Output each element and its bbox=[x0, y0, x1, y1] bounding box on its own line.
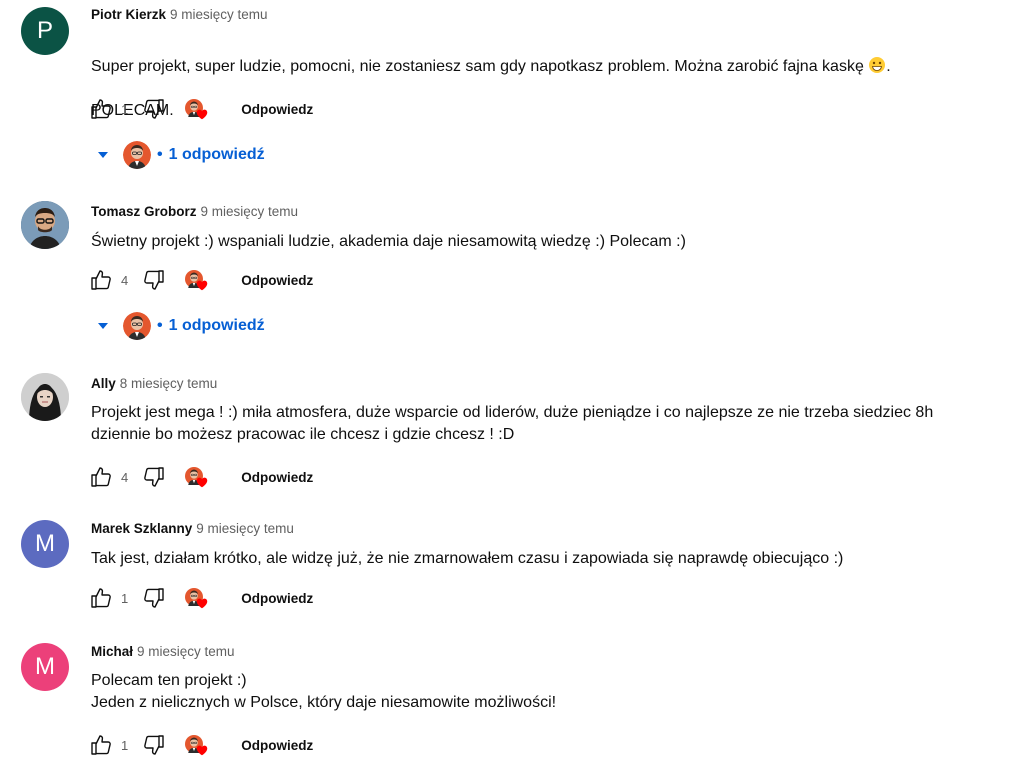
view-replies-button[interactable]: • 1 odpowiedź bbox=[97, 140, 265, 170]
avatar[interactable] bbox=[21, 201, 69, 249]
comment-text-line: Super projekt, super ludzie, pomocni, ni… bbox=[91, 58, 869, 75]
creator-heart-icon bbox=[185, 733, 211, 757]
comment-time[interactable]: 9 miesięcy temu bbox=[201, 204, 299, 219]
creator-heart-icon bbox=[185, 465, 211, 489]
reply-author-avatar bbox=[123, 312, 151, 340]
comment-actions: 4 Odpowiedz bbox=[89, 465, 313, 489]
comment-time[interactable]: 9 miesięcy temu bbox=[170, 7, 268, 22]
caret-down-icon bbox=[98, 323, 108, 329]
replies-count: 1 odpowiedź bbox=[168, 317, 265, 334]
comment-actions: 1 Odpowiedz bbox=[89, 733, 313, 757]
like-count: 4 bbox=[121, 272, 129, 288]
avatar[interactable]: M bbox=[21, 520, 69, 568]
avatar[interactable] bbox=[21, 373, 69, 421]
comment-text: Projekt jest mega ! :) miła atmosfera, d… bbox=[91, 404, 934, 443]
comment-time[interactable]: 9 miesięcy temu bbox=[196, 521, 294, 536]
avatar[interactable]: P bbox=[21, 7, 69, 55]
author-name[interactable]: Michał bbox=[91, 644, 133, 659]
like-count: 1 bbox=[121, 101, 129, 117]
author-name[interactable]: Marek Szklanny bbox=[91, 521, 192, 536]
avatar[interactable]: M bbox=[21, 643, 69, 691]
comment-header: Tomasz Groborz 9 miesięcy temu bbox=[91, 203, 298, 221]
comment-actions: 1 Odpowiedz bbox=[89, 97, 313, 121]
avatar-letter: M bbox=[35, 530, 55, 557]
creator-heart-icon bbox=[185, 97, 211, 121]
thumb-down-icon[interactable] bbox=[142, 465, 166, 489]
reply-author-avatar bbox=[123, 141, 151, 169]
author-name[interactable]: Tomasz Groborz bbox=[91, 204, 197, 219]
avatar-photo bbox=[21, 373, 69, 421]
comment-header: Michał 9 miesięcy temu bbox=[91, 643, 235, 661]
thumb-down-icon[interactable] bbox=[142, 97, 166, 121]
thumb-up-icon[interactable] bbox=[89, 733, 113, 757]
thumb-down-icon[interactable] bbox=[142, 268, 166, 292]
like-count: 4 bbox=[121, 469, 129, 485]
comment-actions: 4 Odpowiedz bbox=[89, 268, 313, 292]
comment-time[interactable]: 8 miesięcy temu bbox=[120, 376, 218, 391]
thumb-down-icon[interactable] bbox=[142, 586, 166, 610]
comment-header: Piotr Kierzk 9 miesięcy temu bbox=[91, 6, 268, 24]
author-name[interactable]: Piotr Kierzk bbox=[91, 7, 166, 22]
reply-button[interactable]: Odpowiedz bbox=[241, 273, 313, 288]
comment-time[interactable]: 9 miesięcy temu bbox=[137, 644, 235, 659]
avatar-photo bbox=[21, 201, 69, 249]
reply-button[interactable]: Odpowiedz bbox=[241, 738, 313, 753]
avatar-letter: P bbox=[36, 17, 53, 44]
comment-text: Świetny projekt :) wspaniali ludzie, aka… bbox=[91, 233, 686, 250]
thumb-up-icon[interactable] bbox=[89, 97, 113, 121]
thumb-down-icon[interactable] bbox=[142, 733, 166, 757]
thumb-up-icon[interactable] bbox=[89, 268, 113, 292]
creator-heart-icon bbox=[185, 268, 211, 292]
author-name[interactable]: Ally bbox=[91, 376, 116, 391]
view-replies-button[interactable]: • 1 odpowiedź bbox=[97, 311, 265, 341]
like-count: 1 bbox=[121, 737, 129, 753]
replies-count: 1 odpowiedź bbox=[168, 146, 265, 163]
reply-button[interactable]: Odpowiedz bbox=[241, 470, 313, 485]
comment-text: Tak jest, działam krótko, ale widzę już,… bbox=[91, 550, 844, 567]
reply-button[interactable]: Odpowiedz bbox=[241, 591, 313, 606]
reply-button[interactable]: Odpowiedz bbox=[241, 102, 313, 117]
caret-down-icon bbox=[98, 152, 108, 158]
comment-actions: 1 Odpowiedz bbox=[89, 586, 313, 610]
comment-header: Marek Szklanny 9 miesięcy temu bbox=[91, 520, 294, 538]
thumb-up-icon[interactable] bbox=[89, 586, 113, 610]
creator-heart-icon bbox=[185, 586, 211, 610]
comment-text-line-end: . bbox=[886, 58, 891, 75]
thumb-up-icon[interactable] bbox=[89, 465, 113, 489]
like-count: 1 bbox=[121, 590, 129, 606]
avatar-letter: M bbox=[35, 653, 55, 680]
comment-text: Polecam ten projekt :) Jeden z nieliczny… bbox=[91, 672, 557, 711]
grinning-emoji-icon bbox=[869, 57, 886, 73]
comment-header: Ally 8 miesięcy temu bbox=[91, 375, 217, 393]
